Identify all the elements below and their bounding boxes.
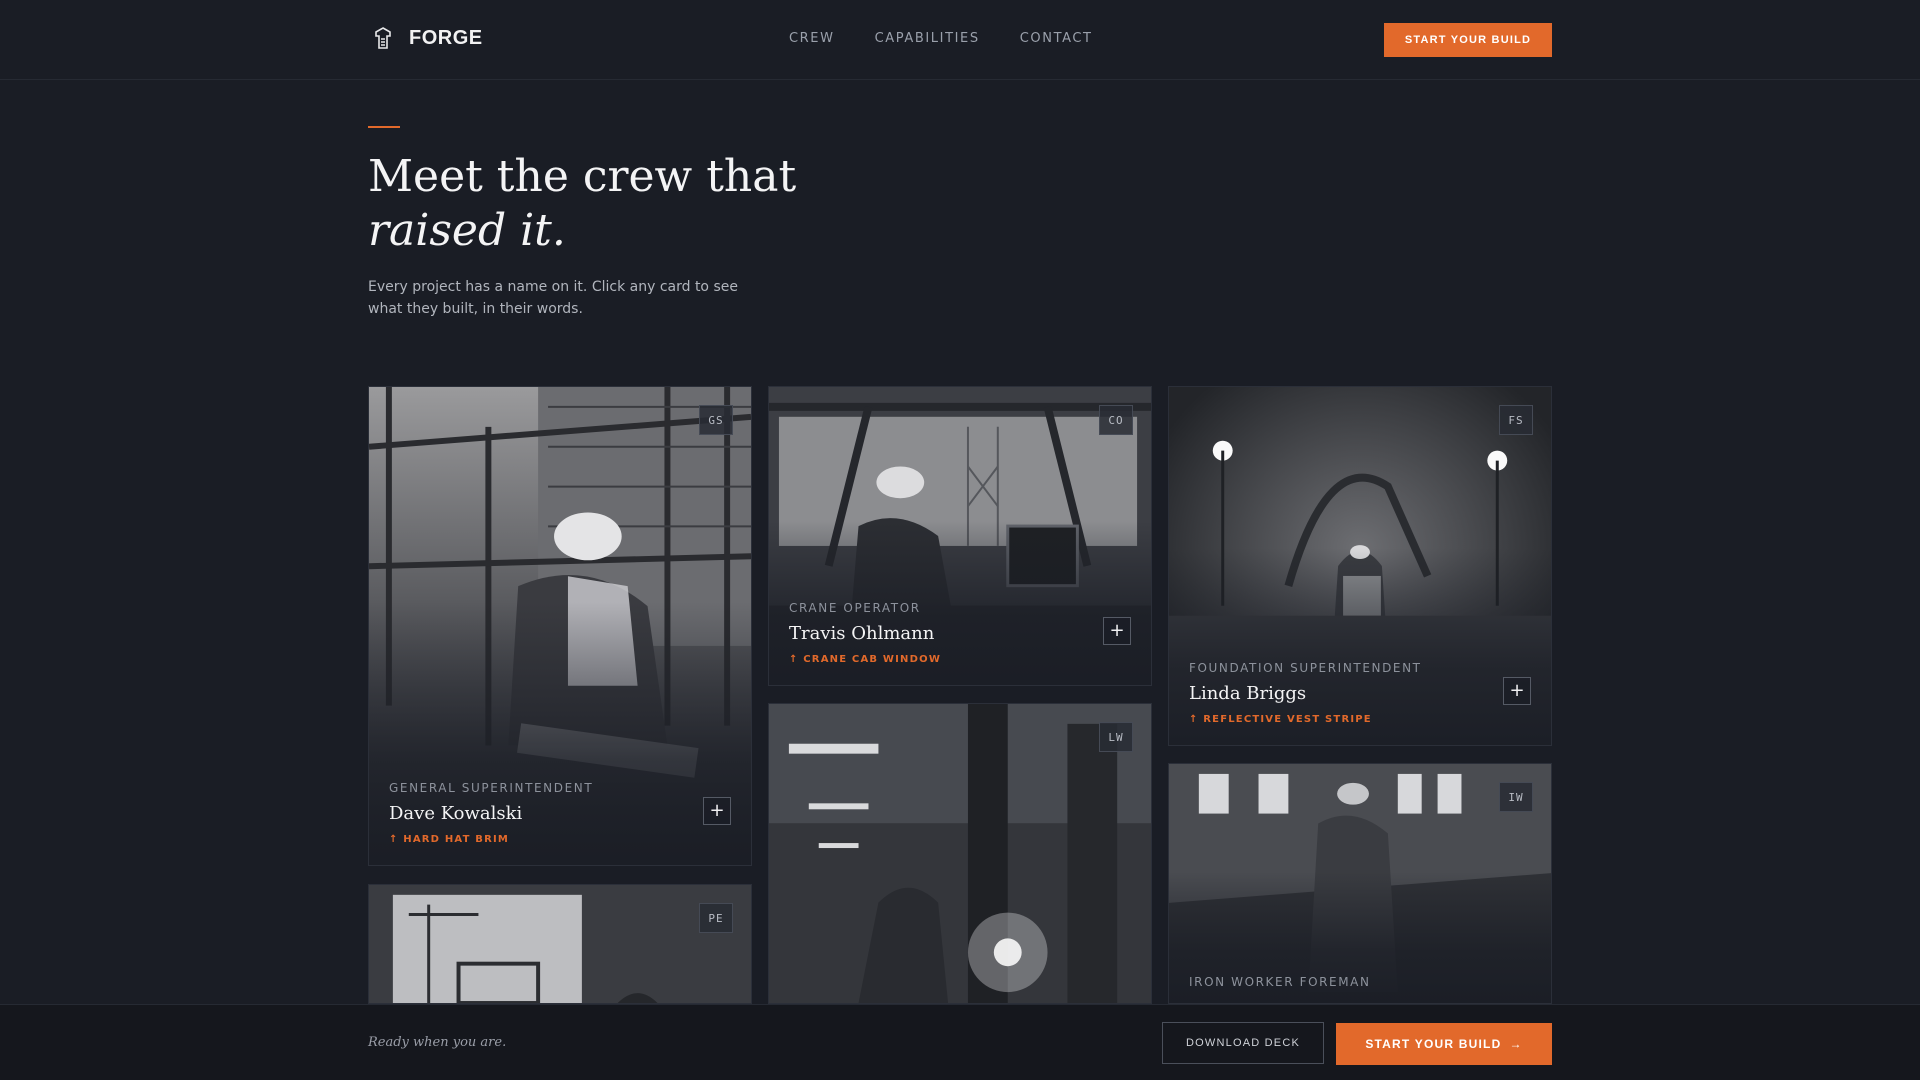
crew-card-iron-worker-foreman[interactable]: IW IRON WORKER FOREMAN (1168, 763, 1552, 1004)
start-build-button[interactable]: START YOUR BUILD (1384, 23, 1552, 57)
crew-name: Dave Kowalski (389, 803, 523, 824)
role-badge: PE (699, 903, 733, 933)
crew-role: CRANE OPERATOR (789, 601, 921, 615)
main-nav: CREW CAPABILITIES CONTACT (789, 31, 1093, 46)
card-meta: CRANE OPERATOR Travis Ohlmann ↑ CRANE CA… (789, 601, 1091, 665)
crew-role: GENERAL SUPERINTENDENT (389, 781, 594, 795)
role-badge: CO (1099, 405, 1133, 435)
sticky-cta-bar: Ready when you are. DOWNLOAD DECK START … (0, 1004, 1920, 1080)
crew-photo (369, 885, 751, 1003)
start-build-label: START YOUR BUILD (1365, 1037, 1502, 1051)
role-badge: FS (1499, 405, 1533, 435)
card-meta: GENERAL SUPERINTENDENT Dave Kowalski ↑ H… (389, 781, 691, 845)
role-badge: IW (1499, 782, 1533, 812)
nav-item-contact[interactable]: CONTACT (1020, 31, 1093, 46)
role-badge: GS (699, 405, 733, 435)
crew-name: Linda Briggs (1189, 683, 1307, 704)
brand-name: FORGE (409, 26, 483, 49)
card-meta: FOUNDATION SUPERINTENDENT Linda Briggs ↑… (1189, 661, 1491, 725)
page-title: Meet the crew that raised it. (368, 150, 796, 258)
crew-card-pe[interactable]: PE (368, 884, 752, 1004)
download-deck-button[interactable]: DOWNLOAD DECK (1162, 1022, 1324, 1064)
crew-tag: ↑ REFLECTIVE VEST STRIPE (1189, 714, 1372, 725)
nav-item-crew[interactable]: CREW (789, 31, 835, 46)
forge-logo-icon (369, 24, 397, 52)
crew-card-dave-kowalski[interactable]: GS GENERAL SUPERINTENDENT Dave Kowalski … (368, 386, 752, 866)
accent-line (368, 126, 400, 128)
nav-item-capabilities[interactable]: CAPABILITIES (875, 31, 980, 46)
crew-photo (769, 704, 1151, 1003)
role-badge: LW (1099, 722, 1133, 752)
title-line-1: Meet the crew that (368, 151, 797, 202)
card-meta: IRON WORKER FOREMAN (1189, 975, 1491, 989)
start-build-button-bottom[interactable]: START YOUR BUILD → (1336, 1023, 1552, 1065)
crew-card-travis-ohlmann[interactable]: CO CRANE OPERATOR Travis Ohlmann ↑ CRANE… (768, 386, 1152, 686)
title-line-2: raised it. (368, 205, 566, 256)
crew-role: IRON WORKER FOREMAN (1189, 975, 1371, 989)
crew-card-lw[interactable]: LW (768, 703, 1152, 1004)
expand-card-button[interactable]: + (703, 797, 731, 825)
page-subtitle: Every project has a name on it. Click an… (368, 279, 738, 317)
arrow-right-icon: → (1509, 1037, 1523, 1051)
brand[interactable]: FORGE (369, 24, 483, 52)
expand-card-button[interactable]: + (1503, 677, 1531, 705)
cta-tagline: Ready when you are. (368, 1035, 507, 1050)
site-header: FORGE CREW CAPABILITIES CONTACT START YO… (0, 0, 1920, 80)
crew-name: Travis Ohlmann (789, 623, 935, 644)
expand-card-button[interactable]: + (1103, 617, 1131, 645)
crew-card-linda-briggs[interactable]: FS FOUNDATION SUPERINTENDENT Linda Brigg… (1168, 386, 1552, 746)
crew-tag: ↑ CRANE CAB WINDOW (789, 654, 942, 665)
crew-role: FOUNDATION SUPERINTENDENT (1189, 661, 1422, 675)
crew-tag: ↑ HARD HAT BRIM (389, 834, 510, 845)
